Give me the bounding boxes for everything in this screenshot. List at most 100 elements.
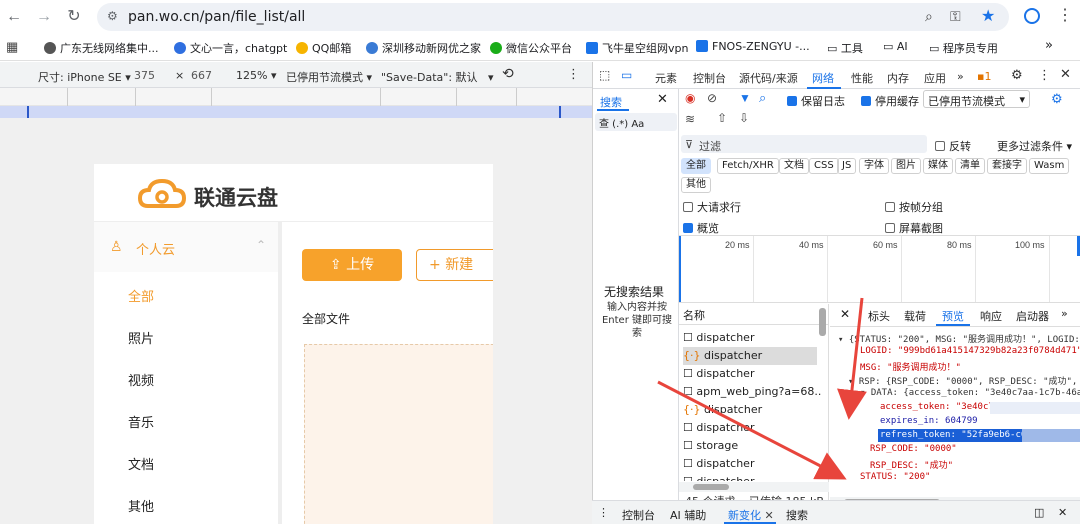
drawer-tab-console[interactable]: 控制台 xyxy=(622,507,655,523)
filter-icon[interactable]: ▼ xyxy=(739,91,751,105)
clear-icon[interactable]: ⊘ xyxy=(707,91,717,105)
sidebar-group-personal[interactable]: ♙ 个人云 ⌃ xyxy=(94,222,278,272)
filter-chip-all[interactable]: 全部 xyxy=(681,158,711,174)
more-detail-tabs-icon[interactable]: » xyxy=(1061,307,1068,320)
close-search-icon[interactable]: ✕ xyxy=(657,92,668,107)
filter-chip-css[interactable]: CSS xyxy=(809,158,839,174)
preserve-log-checkbox[interactable]: 保留日志 xyxy=(787,93,845,109)
filter-chip-media[interactable]: 媒体 xyxy=(923,158,953,174)
tab-elements[interactable]: 元素 xyxy=(655,70,677,86)
bookmark-6[interactable]: 飞牛星空组网vpn xyxy=(586,40,688,56)
tab-payload[interactable]: 载荷 xyxy=(904,308,926,324)
record-icon[interactable]: ◉ xyxy=(685,91,695,105)
drawer-tab-ai[interactable]: AI 辅助 xyxy=(670,507,706,523)
close-icon[interactable]: ✕ xyxy=(765,509,774,522)
tab-performance[interactable]: 性能 xyxy=(851,70,873,86)
filter-chip-manifest[interactable]: 清单 xyxy=(955,158,985,174)
sidebar-item-docs[interactable]: 文档 xyxy=(128,454,154,473)
new-button[interactable]: + 新建 xyxy=(416,249,493,281)
filter-chip-xhr[interactable]: Fetch/XHR xyxy=(717,158,779,174)
close-devtools-icon[interactable]: ✕ xyxy=(1060,67,1071,82)
overview-checkbox[interactable]: 概览 xyxy=(683,220,719,236)
throttle-select[interactable]: 已停用节流模式 ▾ xyxy=(286,69,372,85)
tab-response[interactable]: 响应 xyxy=(980,308,1002,324)
device-select[interactable]: 尺寸: iPhone SE ▾ xyxy=(38,69,131,85)
rotate-icon[interactable]: ⟲ xyxy=(502,66,514,82)
screenshots-checkbox[interactable]: 屏幕截图 xyxy=(885,220,943,236)
device-mode-icon[interactable]: ▭ xyxy=(621,68,632,82)
url-text[interactable]: pan.wo.cn/pan/file_list/all xyxy=(128,9,305,25)
tab-headers[interactable]: 标头 xyxy=(868,308,890,324)
sidebar-item-photos[interactable]: 照片 xyxy=(128,328,154,347)
sidebar-item-music[interactable]: 音乐 xyxy=(128,412,154,431)
profile-icon[interactable] xyxy=(1024,8,1040,24)
search-options[interactable]: 查 (.*) Aa xyxy=(599,115,644,130)
zoom-icon[interactable]: ⌕ xyxy=(925,8,933,25)
bookmark-4[interactable]: 深圳移动新网优之家 xyxy=(366,40,481,56)
device-menu-icon[interactable]: ⋮ xyxy=(567,67,580,82)
json-root[interactable]: ▾ {STATUS: "200", MSG: "服务调用成功！", LOGID:… xyxy=(838,332,1080,345)
bookmark-folder-tools[interactable]: ▭ 工具 xyxy=(827,40,863,56)
import-icon[interactable]: ⇧ xyxy=(717,111,727,125)
height-input[interactable]: 667 xyxy=(191,69,212,82)
tab-sources[interactable]: 源代码/来源 xyxy=(739,70,798,86)
drawer-menu-icon[interactable]: ⋮ xyxy=(598,506,609,519)
bookmark-folder-ai[interactable]: ▭ AI xyxy=(883,40,908,53)
filter-chip-img[interactable]: 图片 xyxy=(891,158,921,174)
filter-chip-js[interactable]: JS xyxy=(837,158,857,174)
issues-badge[interactable]: ▪1 xyxy=(977,70,991,83)
sidebar-item-videos[interactable]: 视频 xyxy=(128,370,154,389)
tab-network[interactable]: 网络 xyxy=(812,70,834,86)
sidebar-item-other[interactable]: 其他 xyxy=(128,496,154,515)
bookmark-5[interactable]: 微信公众平台 xyxy=(490,40,572,56)
more-bookmarks-icon[interactable]: » xyxy=(1045,38,1053,53)
network-throttle-select[interactable]: 已停用节流模式 ▾ xyxy=(923,90,1030,108)
horizontal-scrollbar[interactable] xyxy=(679,482,829,492)
address-bar[interactable]: ⚙ pan.wo.cn/pan/file_list/all ⌕ ⚿ ★ xyxy=(97,3,1009,31)
scroll-thumb[interactable] xyxy=(693,484,729,490)
forward-icon[interactable]: → xyxy=(33,6,55,28)
filter-chip-other[interactable]: 其他 xyxy=(681,177,711,193)
network-settings-icon[interactable]: ⚙ xyxy=(1051,91,1063,107)
disable-cache-checkbox[interactable]: 停用缓存 xyxy=(861,93,919,109)
key-icon[interactable]: ⚿ xyxy=(950,8,961,25)
tab-memory[interactable]: 内存 xyxy=(887,70,909,86)
wifi-icon[interactable]: ≋ xyxy=(685,112,695,126)
bookmark-2[interactable]: 文心一言，chatgpt xyxy=(174,40,287,56)
dock-icon[interactable]: ◫ xyxy=(1034,506,1044,519)
bookmark-star-icon[interactable]: ★ xyxy=(981,6,995,26)
bookmark-folder-dev[interactable]: ▭ 程序员专用 xyxy=(929,40,998,56)
group-by-frame-checkbox[interactable]: 按帧分组 xyxy=(885,199,943,215)
drop-zone[interactable] xyxy=(304,344,493,524)
save-data-select[interactable]: "Save-Data": 默认 ▾ xyxy=(381,69,494,85)
filter-chip-wasm[interactable]: Wasm xyxy=(1029,158,1070,174)
large-rows-checkbox[interactable]: 大请求行 xyxy=(683,199,741,215)
tab-initiator[interactable]: 启动器 xyxy=(1016,308,1049,324)
bookmark-3[interactable]: QQ邮箱 xyxy=(296,40,351,56)
more-filters-select[interactable]: 更多过滤条件 ▾ xyxy=(997,138,1072,154)
search-input[interactable]: 查 (.*) Aa xyxy=(595,113,677,131)
filter-chip-socket[interactable]: 套接字 xyxy=(987,158,1027,174)
tab-console[interactable]: 控制台 xyxy=(693,70,726,86)
close-drawer-icon[interactable]: ✕ xyxy=(1058,506,1067,519)
search-tab[interactable]: 搜索 xyxy=(600,94,622,110)
reload-icon[interactable]: ↻ xyxy=(63,6,85,28)
sidebar-item-all[interactable]: 全部 xyxy=(128,286,154,305)
json-data[interactable]: ▾ DATA: {access_token: "3e40c7aa-1c7b-46… xyxy=(860,388,1080,398)
filter-chip-font[interactable]: 字体 xyxy=(859,158,889,174)
width-input[interactable]: 375 xyxy=(134,69,155,82)
site-info-icon[interactable]: ⚙ xyxy=(107,9,118,23)
inspect-icon[interactable]: ⬚ xyxy=(599,68,610,82)
menu-dots-icon[interactable]: ⋮ xyxy=(1057,5,1073,25)
drawer-tab-search[interactable]: 搜索 xyxy=(786,507,808,523)
export-icon[interactable]: ⇩ xyxy=(739,111,749,125)
upload-button[interactable]: ⇪ 上传 xyxy=(302,249,402,281)
chevron-up-icon[interactable]: ⌃ xyxy=(256,238,266,252)
drawer-tab-changes[interactable]: 新变化 ✕ xyxy=(728,507,774,523)
back-icon[interactable]: ← xyxy=(3,6,25,28)
bookmark-1[interactable]: 广东无线网络集中... xyxy=(44,40,159,56)
bookmark-7[interactable]: FNOS-ZENGYU -... xyxy=(696,40,810,53)
tab-preview[interactable]: 预览 xyxy=(942,308,964,324)
devtools-menu-icon[interactable]: ⋮ xyxy=(1038,68,1051,83)
search-icon[interactable]: ⌕ xyxy=(759,90,766,106)
